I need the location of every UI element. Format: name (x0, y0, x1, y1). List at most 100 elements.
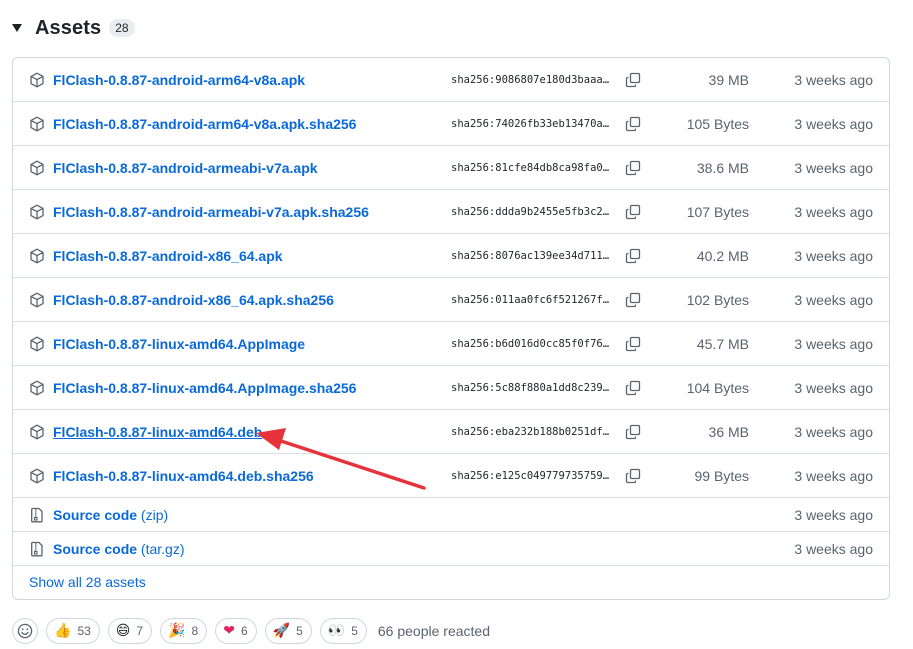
asset-sha: sha256:e125c049779735759… (451, 469, 610, 482)
file-zip-icon (31, 507, 43, 522)
reaction-rocket[interactable]: 🚀 5 (264, 618, 312, 644)
asset-time: 3 weeks ago (794, 291, 873, 308)
reaction-count: 5 (351, 624, 358, 638)
reaction-laugh[interactable]: 😄 7 (107, 618, 153, 644)
asset-time: 3 weeks ago (794, 247, 873, 264)
reaction-eyes[interactable]: 👀 5 (319, 618, 367, 644)
asset-link[interactable]: FlClash-0.8.87-android-armeabi-v7a.apk (53, 160, 318, 176)
asset-time: 3 weeks ago (794, 423, 873, 440)
asset-time: 3 weeks ago (794, 115, 873, 132)
package-icon (30, 336, 44, 351)
asset-size: 104 Bytes (686, 379, 749, 396)
asset-size: 40.2 MB (696, 247, 749, 264)
asset-link[interactable]: FlClash-0.8.87-linux-amd64.AppImage (53, 336, 305, 352)
asset-sha: sha256:5c88f880a1dd8c239… (451, 381, 610, 394)
package-icon (30, 292, 44, 307)
laugh-icon: 😄 (115, 623, 131, 639)
source-label: Source code (53, 506, 138, 523)
asset-time: 3 weeks ago (794, 467, 873, 484)
source-time: 3 weeks ago (794, 506, 873, 523)
assets-header[interactable]: Assets 28 (12, 16, 135, 40)
asset-row: FlClash-0.8.87-linux-amd64.AppImage sha2… (13, 322, 889, 366)
asset-link[interactable]: FlClash-0.8.87-android-armeabi-v7a.apk.s… (53, 204, 369, 220)
asset-sha: sha256:81cfe84db8ca98fa0… (451, 161, 610, 174)
heart-icon: ❤ (223, 623, 235, 639)
reaction-count: 8 (191, 624, 199, 638)
caret-down-icon[interactable] (12, 24, 22, 32)
asset-link[interactable]: FlClash-0.8.87-android-x86_64.apk (53, 248, 283, 264)
copy-icon[interactable] (625, 336, 641, 352)
asset-size: 107 Bytes (686, 203, 749, 220)
copy-icon[interactable] (625, 72, 641, 88)
asset-sha: sha256:b6d016d0cc85f0f76… (451, 337, 610, 350)
reaction-count: 7 (136, 624, 144, 638)
reaction-count: 53 (77, 624, 91, 638)
assets-title: Assets (35, 16, 102, 39)
asset-size: 105 Bytes (686, 115, 749, 132)
reaction-hooray[interactable]: 🎉 8 (160, 618, 208, 644)
reaction-thumbs-up[interactable]: 👍 53 (46, 618, 100, 644)
asset-time: 3 weeks ago (794, 203, 873, 220)
asset-row: FlClash-0.8.87-android-arm64-v8a.apk.sha… (13, 102, 889, 146)
package-icon (30, 380, 44, 395)
smiley-icon (17, 623, 33, 639)
asset-size: 99 Bytes (694, 467, 749, 484)
asset-sha: sha256:9086807e180d3baaa… (451, 73, 610, 86)
source-link[interactable]: Source code (zip) (53, 507, 168, 523)
rocket-icon: 🚀 (272, 623, 291, 639)
copy-icon[interactable] (625, 380, 641, 396)
show-all-assets-link[interactable]: Show all 28 assets (29, 574, 146, 590)
asset-size: 45.7 MB (696, 335, 749, 352)
copy-icon[interactable] (625, 424, 641, 440)
copy-icon[interactable] (625, 292, 641, 308)
source-row: Source code (tar.gz) 3 weeks ago (13, 532, 889, 566)
copy-icon[interactable] (625, 468, 641, 484)
asset-row: FlClash-0.8.87-linux-amd64.deb sha256:eb… (13, 410, 889, 454)
asset-sha: sha256:eba232b188b0251df… (451, 425, 610, 438)
thumbs-up-icon: 👍 (54, 623, 72, 639)
asset-row: FlClash-0.8.87-android-x86_64.apk sha256… (13, 234, 889, 278)
asset-link[interactable]: FlClash-0.8.87-linux-amd64.AppImage.sha2… (53, 380, 356, 396)
asset-row: FlClash-0.8.87-android-armeabi-v7a.apk.s… (13, 190, 889, 234)
asset-sha: sha256:011aa0fc6f521267f… (451, 293, 610, 306)
file-zip-icon (31, 541, 43, 556)
asset-size: 38.6 MB (696, 159, 749, 176)
package-icon (30, 248, 44, 263)
add-reaction-button[interactable] (12, 618, 38, 644)
source-label: Source code (53, 540, 138, 557)
source-format: (zip) (140, 506, 169, 523)
reactions-summary: 66 people reacted (377, 623, 490, 639)
asset-link[interactable]: FlClash-0.8.87-android-x86_64.apk.sha256 (53, 292, 334, 308)
asset-row: FlClash-0.8.87-android-armeabi-v7a.apk s… (13, 146, 889, 190)
asset-sha: sha256:74026fb33eb13470a… (451, 117, 610, 130)
copy-icon[interactable] (625, 116, 641, 132)
asset-size: 36 MB (708, 423, 749, 440)
source-time: 3 weeks ago (794, 540, 873, 557)
asset-size: 39 MB (708, 71, 749, 88)
asset-link[interactable]: FlClash-0.8.87-linux-amd64.deb.sha256 (53, 468, 314, 484)
copy-icon[interactable] (625, 160, 641, 176)
asset-time: 3 weeks ago (794, 159, 873, 176)
package-icon (30, 72, 44, 87)
asset-link[interactable]: FlClash-0.8.87-android-arm64-v8a.apk (53, 72, 305, 88)
asset-size: 102 Bytes (686, 291, 749, 308)
asset-row: FlClash-0.8.87-android-arm64-v8a.apk sha… (13, 58, 889, 102)
asset-sha: sha256:ddda9b2455e5fb3c2… (451, 205, 610, 218)
assets-list: FlClash-0.8.87-android-arm64-v8a.apk sha… (12, 57, 890, 600)
asset-time: 3 weeks ago (794, 379, 873, 396)
source-link[interactable]: Source code (tar.gz) (53, 541, 185, 557)
copy-icon[interactable] (625, 204, 641, 220)
asset-link[interactable]: FlClash-0.8.87-android-arm64-v8a.apk.sha… (53, 116, 356, 132)
package-icon (30, 160, 44, 175)
asset-row: FlClash-0.8.87-android-x86_64.apk.sha256… (13, 278, 889, 322)
package-icon (30, 468, 44, 483)
source-row: Source code (zip) 3 weeks ago (13, 498, 889, 532)
asset-link[interactable]: FlClash-0.8.87-linux-amd64.deb (53, 424, 262, 440)
asset-row: FlClash-0.8.87-linux-amd64.deb.sha256 sh… (13, 454, 889, 498)
reaction-heart[interactable]: ❤ 6 (215, 618, 257, 644)
reaction-count: 5 (296, 624, 303, 638)
package-icon (30, 116, 44, 131)
copy-icon[interactable] (625, 248, 641, 264)
source-format: (tar.gz) (140, 540, 185, 557)
asset-time: 3 weeks ago (794, 335, 873, 352)
